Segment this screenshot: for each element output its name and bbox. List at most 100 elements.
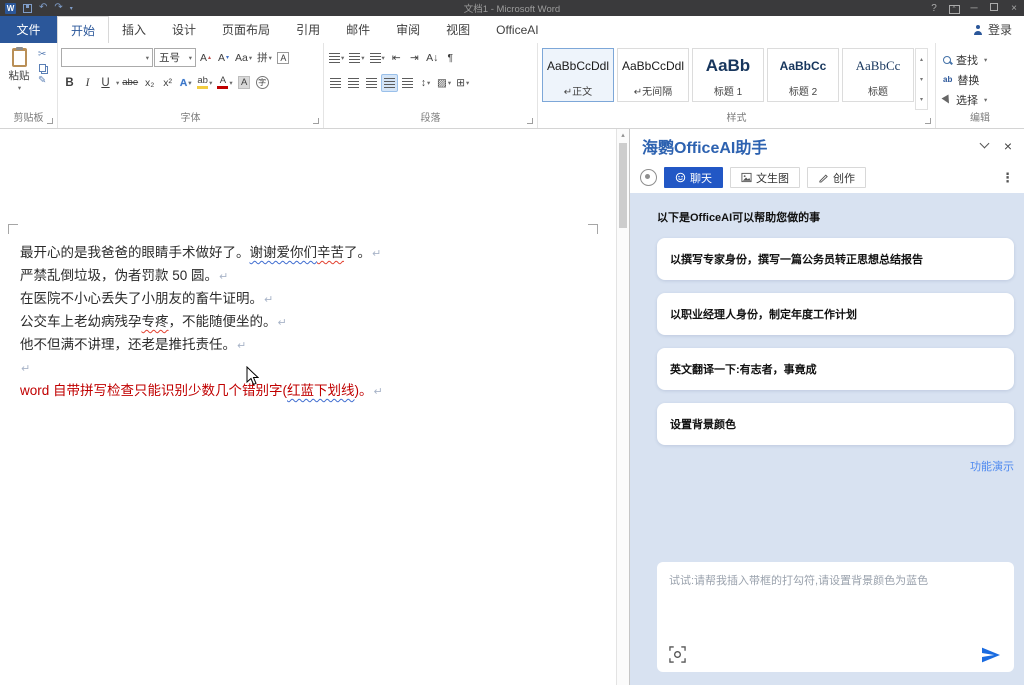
show-formatting-marks-button[interactable]: ¶ (442, 49, 459, 67)
tab-create[interactable]: 创作 (807, 167, 866, 188)
align-center-button[interactable] (345, 74, 362, 92)
clipboard-dialog-launcher-icon[interactable] (47, 118, 53, 124)
scrollbar-thumb[interactable] (619, 143, 627, 228)
suggestion-card-1[interactable]: 以撰写专家身份，撰写一篇公务员转正思想总结报告 (657, 238, 1014, 280)
document-area[interactable]: 最开心的是我爸爸的眼睛手术做好了。谢谢爱你们辛苦了。↵ 严禁乱倒垃圾，伪者罚款 … (0, 129, 629, 685)
style-item-heading2[interactable]: AaBbCc 标题 2 (767, 48, 839, 102)
paste-button[interactable]: 粘贴 ▾ (3, 45, 35, 112)
find-icon (943, 56, 951, 64)
distribute-button[interactable] (399, 74, 416, 92)
tab-view[interactable]: 视图 (433, 16, 483, 43)
numbered-list-button[interactable]: ▾ (347, 49, 366, 67)
underline-button[interactable]: U (97, 74, 114, 92)
tab-design[interactable]: 设计 (159, 16, 209, 43)
replace-button[interactable]: ab 替换 (943, 71, 1019, 89)
bold-button[interactable]: B (61, 74, 78, 92)
chevron-down-icon[interactable]: ▾ (116, 79, 119, 87)
font-group-label: 字体 (181, 113, 201, 124)
document-scrollbar[interactable]: ▴ (616, 129, 629, 685)
select-button[interactable]: 选择 ▾ (943, 91, 1019, 109)
replace-label: 替换 (957, 72, 979, 88)
font-color-button[interactable]: A▾ (215, 74, 234, 92)
align-left-button[interactable] (327, 74, 344, 92)
collapse-chevron-icon[interactable] (979, 139, 989, 149)
styles-more-button[interactable]: ▾ (916, 89, 927, 109)
style-preview: AaBbCc (780, 49, 827, 83)
line-spacing-button[interactable]: ↕▾ (417, 74, 434, 92)
font-name-select[interactable]: ▾ (61, 48, 153, 67)
style-item-normal[interactable]: AaBbCcDdl ↵正文 (542, 48, 614, 102)
doc-line-3: 在医院不小心丢失了小朋友的畜牛证明。↵ (20, 287, 590, 310)
tab-page-layout[interactable]: 页面布局 (209, 16, 283, 43)
suggestion-card-3[interactable]: 英文翻译一下:有志者，事竟成 (657, 348, 1014, 390)
cut-button[interactable]: ✂ (38, 50, 46, 60)
style-item-no-spacing[interactable]: AaBbCcDdl ↵无间隔 (617, 48, 689, 102)
help-button[interactable]: ? (924, 3, 944, 14)
tab-officeai[interactable]: OfficeAI (483, 16, 551, 43)
redo-icon[interactable]: ↷ (54, 3, 62, 13)
italic-button[interactable]: I (79, 74, 96, 92)
subscript-button[interactable]: x₂ (141, 74, 158, 92)
suggestion-card-2[interactable]: 以职业经理人身份，制定年度工作计划 (657, 293, 1014, 335)
grow-font-button[interactable]: A▴ (197, 49, 214, 67)
find-button[interactable]: 查找 ▾ (943, 51, 1019, 69)
screenshot-scan-icon[interactable] (669, 646, 686, 663)
feature-demo-link[interactable]: 功能演示 (657, 458, 1014, 474)
tab-references[interactable]: 引用 (283, 16, 333, 43)
tab-chat[interactable]: 聊天 (664, 167, 723, 188)
close-button[interactable]: × (1004, 3, 1024, 14)
borders-button[interactable]: ⊞▾ (454, 74, 471, 92)
styles-group: AaBbCcDdl ↵正文 AaBbCcDdl ↵无间隔 AaBb 标题 1 A… (538, 43, 936, 128)
document-text[interactable]: 最开心的是我爸爸的眼睛手术做好了。谢谢爱你们辛苦了。↵ 严禁乱倒垃圾，伪者罚款 … (20, 241, 590, 402)
shrink-font-button[interactable]: A▾ (215, 49, 232, 67)
copy-button[interactable] (39, 64, 46, 72)
justify-button[interactable] (381, 74, 398, 92)
tab-file[interactable]: 文件 (0, 16, 57, 43)
decrease-indent-button[interactable]: ⇤ (388, 49, 405, 67)
qat-customize-icon[interactable]: ▾ (70, 5, 73, 12)
ribbon-display-options-button[interactable]: ^ (944, 2, 964, 14)
sort-button[interactable]: A↓ (424, 49, 441, 67)
chevron-down-icon: ▾ (229, 79, 232, 87)
suggestion-card-4[interactable]: 设置背景颜色 (657, 403, 1014, 445)
highlight-color-button[interactable]: ab▾ (195, 74, 214, 92)
strikethrough-button[interactable]: abe (120, 74, 140, 92)
style-item-title[interactable]: AaBbCc 标题 (842, 48, 914, 102)
character-border-button[interactable]: A (275, 49, 292, 67)
bullet-list-button[interactable]: ▾ (327, 49, 346, 67)
format-painter-button[interactable]: ✎ (38, 76, 46, 86)
multilevel-list-button[interactable]: ▾ (368, 49, 387, 67)
font-dialog-launcher-icon[interactable] (313, 118, 319, 124)
tab-text-to-image[interactable]: 文生图 (730, 167, 800, 188)
font-size-select[interactable]: 五号▾ (154, 48, 196, 67)
increase-indent-button[interactable]: ⇥ (406, 49, 423, 67)
tab-insert[interactable]: 插入 (109, 16, 159, 43)
tab-review[interactable]: 审阅 (383, 16, 433, 43)
superscript-button[interactable]: x² (159, 74, 176, 92)
shading-button[interactable]: ▨▾ (435, 74, 453, 92)
text-effects-button[interactable]: A▾ (177, 74, 194, 92)
tab-home[interactable]: 开始 (57, 16, 109, 43)
tab-mailings[interactable]: 邮件 (333, 16, 383, 43)
assistant-close-icon[interactable]: × (1004, 138, 1012, 154)
phonetic-guide-button[interactable]: 拼▾ (255, 49, 274, 67)
login-button[interactable]: 登录 (973, 16, 1024, 43)
minimize-button[interactable]: ─ (964, 3, 984, 14)
style-name: ↵无间隔 (634, 83, 672, 98)
styles-scroll-up-button[interactable]: ▴ (916, 49, 927, 69)
send-button[interactable] (981, 646, 1001, 664)
chat-input[interactable] (657, 562, 1014, 634)
paragraph-dialog-launcher-icon[interactable] (527, 118, 533, 124)
enclose-characters-button[interactable]: 字 (254, 74, 271, 92)
maximize-button[interactable] (984, 3, 1004, 14)
undo-icon[interactable]: ↶ (39, 3, 47, 13)
more-menu-icon[interactable]: ⋮ (1001, 170, 1014, 186)
align-right-button[interactable] (363, 74, 380, 92)
change-case-button[interactable]: Aa▾ (233, 49, 254, 67)
styles-scroll-down-button[interactable]: ▾ (916, 69, 927, 89)
character-shading-button[interactable]: A (236, 74, 253, 92)
styles-dialog-launcher-icon[interactable] (925, 118, 931, 124)
style-item-heading1[interactable]: AaBb 标题 1 (692, 48, 764, 102)
save-icon[interactable] (23, 4, 32, 13)
scroll-up-icon[interactable]: ▴ (617, 129, 629, 142)
